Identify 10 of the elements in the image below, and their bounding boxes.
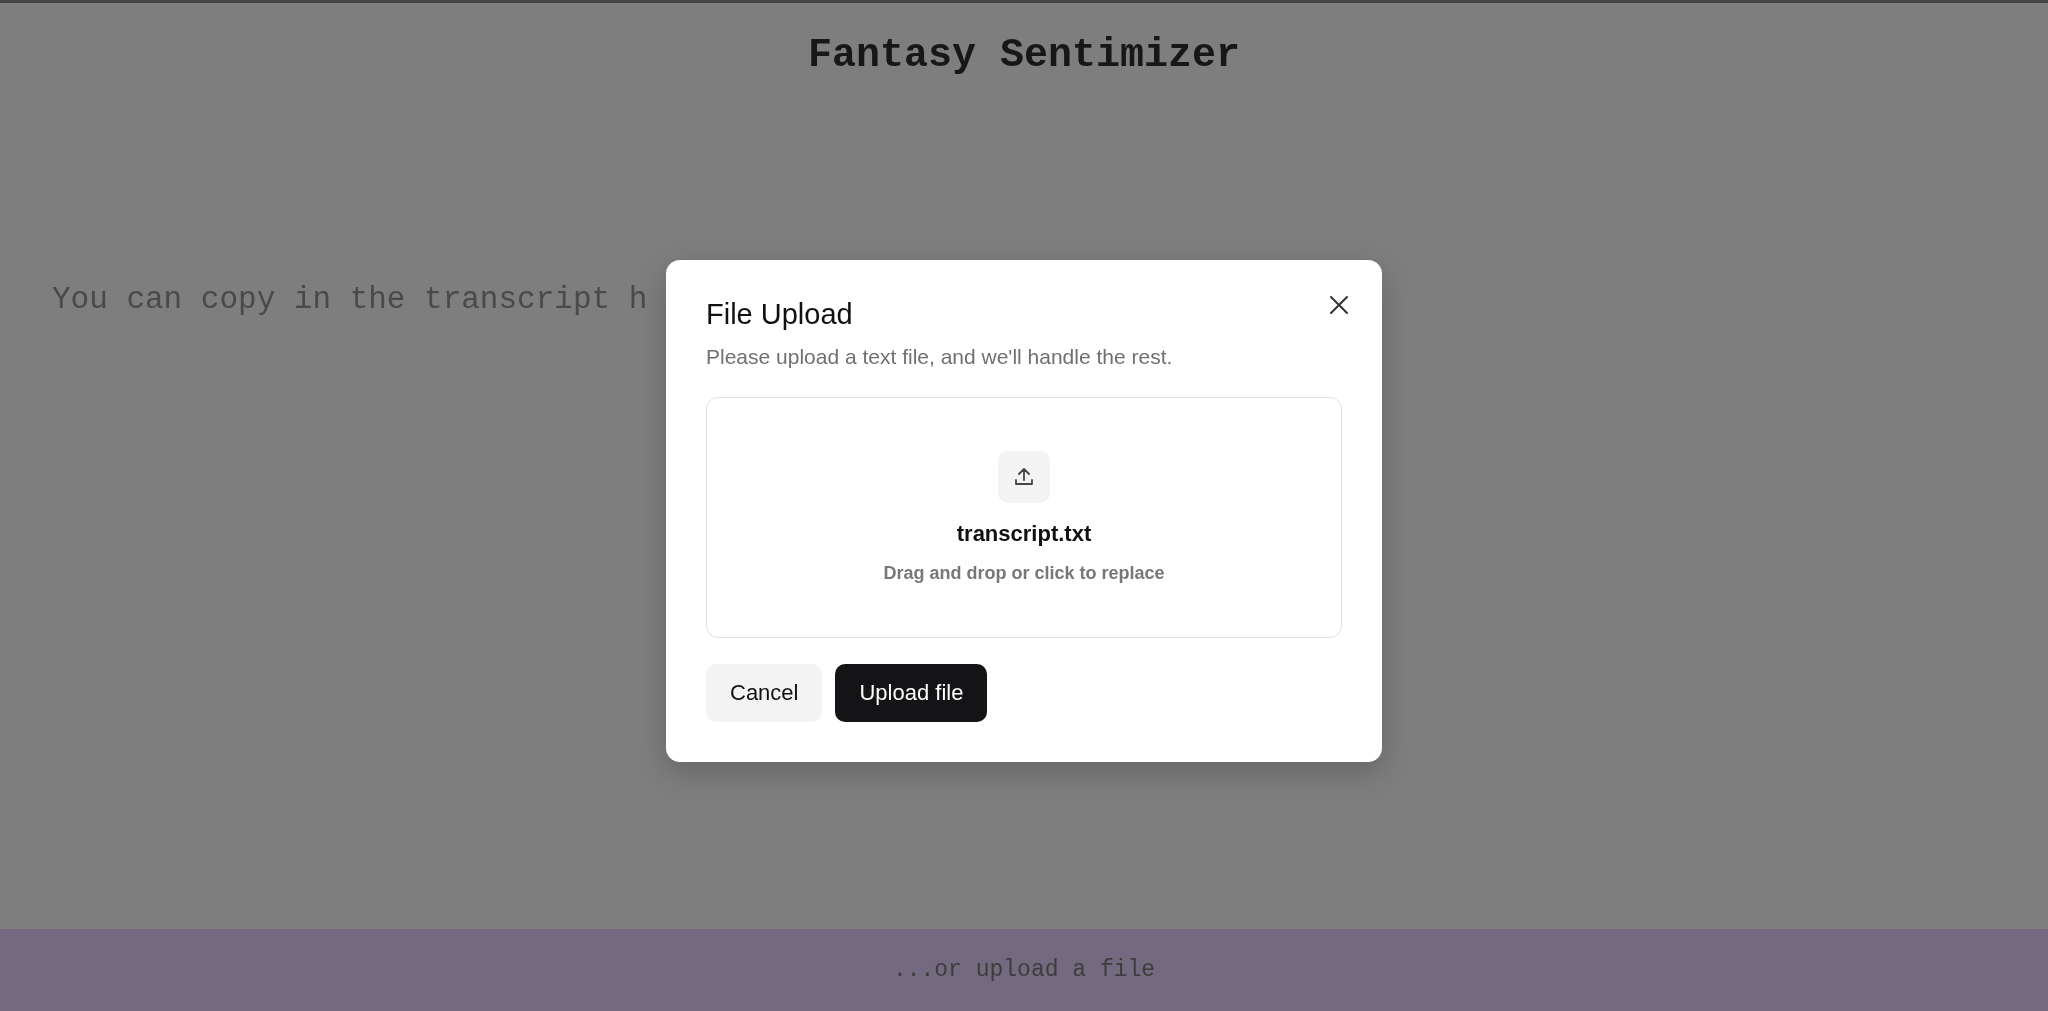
app-title: Fantasy Sentimizer bbox=[807, 33, 1241, 78]
file-name: transcript.txt bbox=[956, 521, 1092, 547]
dropzone[interactable]: transcript.txt Drag and drop or click to replace bbox=[706, 397, 1342, 638]
dropzone-hint: Drag and drop or click to replace bbox=[883, 563, 1165, 584]
upload-icon bbox=[998, 451, 1050, 503]
close-icon bbox=[1328, 294, 1350, 316]
dialog-description: Please upload a text file, and we'll handle the rest. bbox=[706, 345, 1173, 369]
dialog-title: File Upload bbox=[706, 298, 853, 331]
upload-button[interactable]: Upload file bbox=[835, 664, 988, 722]
cancel-button[interactable]: Cancel bbox=[706, 664, 823, 722]
